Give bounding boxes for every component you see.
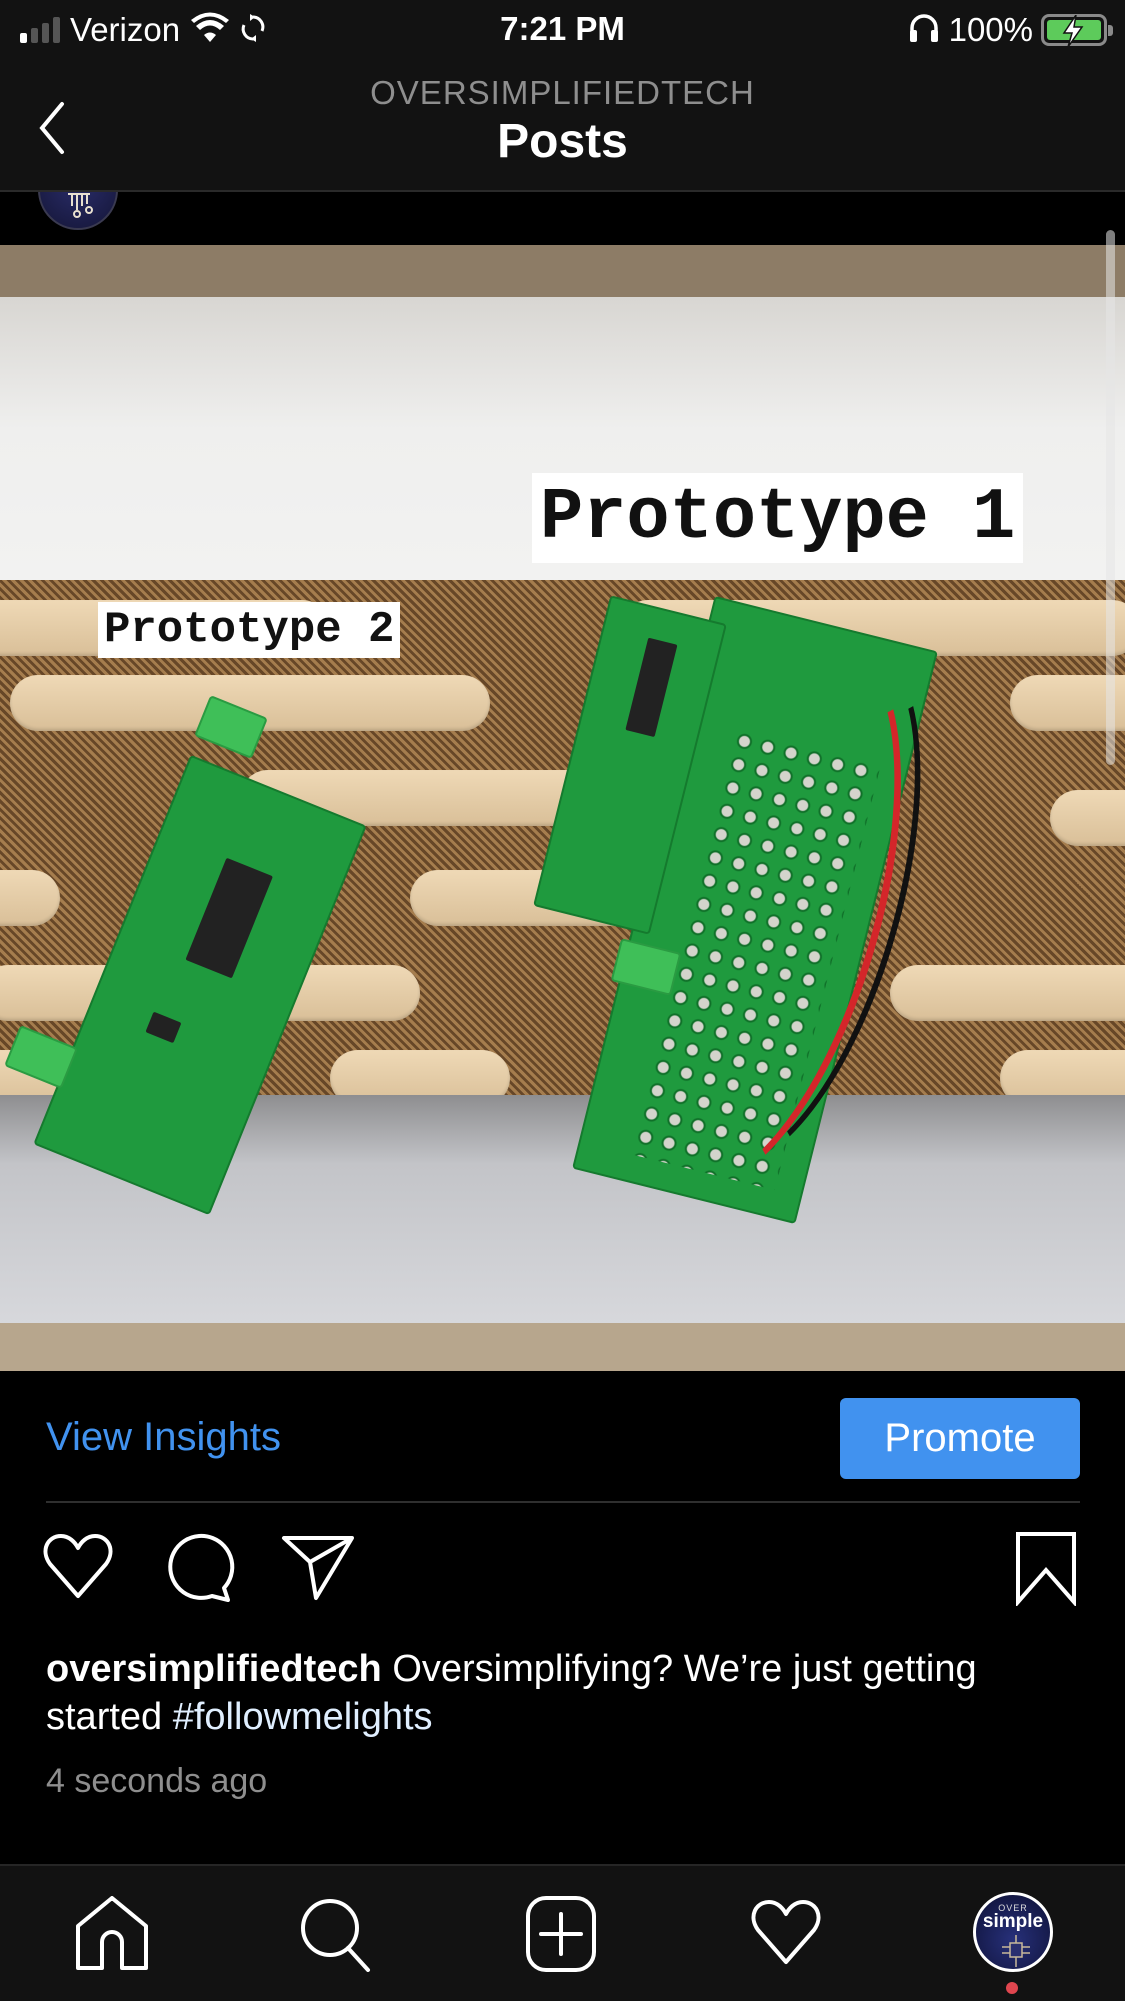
insights-row: View Insights Promote [0, 1371, 1125, 1503]
battery-charging-icon [1041, 14, 1113, 47]
post-timestamp: 4 seconds ago [46, 1762, 268, 1800]
status-bar: Verizon 7:21 PM 100% [0, 0, 1125, 62]
tab-search[interactable] [298, 1896, 374, 1977]
comment-icon [168, 1533, 235, 1602]
save-button[interactable] [1012, 1530, 1080, 1611]
prototype-2-label: Prototype 2 [98, 602, 401, 658]
headphones-icon [907, 12, 941, 49]
tab-profile[interactable]: OVER simple [973, 1892, 1053, 1972]
page-title: Posts [497, 115, 628, 168]
circuit-logo-icon [1002, 1935, 1030, 1967]
avatar-text-main: simple [982, 1911, 1044, 1932]
scroll-indicator[interactable] [1106, 230, 1115, 765]
home-icon [76, 1896, 148, 1970]
bookmark-icon [1016, 1532, 1076, 1608]
heart-icon [43, 1534, 113, 1598]
nav-header: OVERSIMPLIFIEDTECH Posts [0, 62, 1125, 192]
search-icon [301, 1899, 370, 1972]
battery-percent: 100% [948, 11, 1033, 48]
tab-activity[interactable] [748, 1896, 824, 1977]
divider [46, 1501, 1080, 1503]
post-actions [0, 1530, 1125, 1620]
share-button[interactable] [280, 1530, 356, 1611]
comment-button[interactable] [162, 1530, 238, 1611]
account-name: OVERSIMPLIFIEDTECH [370, 74, 755, 111]
caption-username[interactable]: oversimplifiedtech [46, 1648, 382, 1690]
caption-hashtag[interactable]: #followmelights [173, 1696, 433, 1738]
notification-dot [1006, 1982, 1018, 1994]
share-icon [282, 1536, 354, 1600]
view-insights-link[interactable]: View Insights [46, 1415, 281, 1460]
promote-button[interactable]: Promote [840, 1398, 1080, 1479]
tab-new-post[interactable] [524, 1896, 600, 1977]
add-post-icon [526, 1896, 596, 1972]
post-caption: oversimplifiedtech Oversimplifying? We’r… [46, 1645, 1086, 1741]
heart-icon [751, 1900, 821, 1964]
circuit-logo-icon [68, 193, 93, 218]
like-button[interactable] [40, 1530, 116, 1611]
prototype-1-label: Prototype 1 [532, 473, 1024, 563]
post-image[interactable]: Prototype 1 Prototype 2 [0, 245, 1125, 1371]
tab-bar: OVER simple [0, 1864, 1125, 2001]
tab-home[interactable] [74, 1896, 150, 1977]
